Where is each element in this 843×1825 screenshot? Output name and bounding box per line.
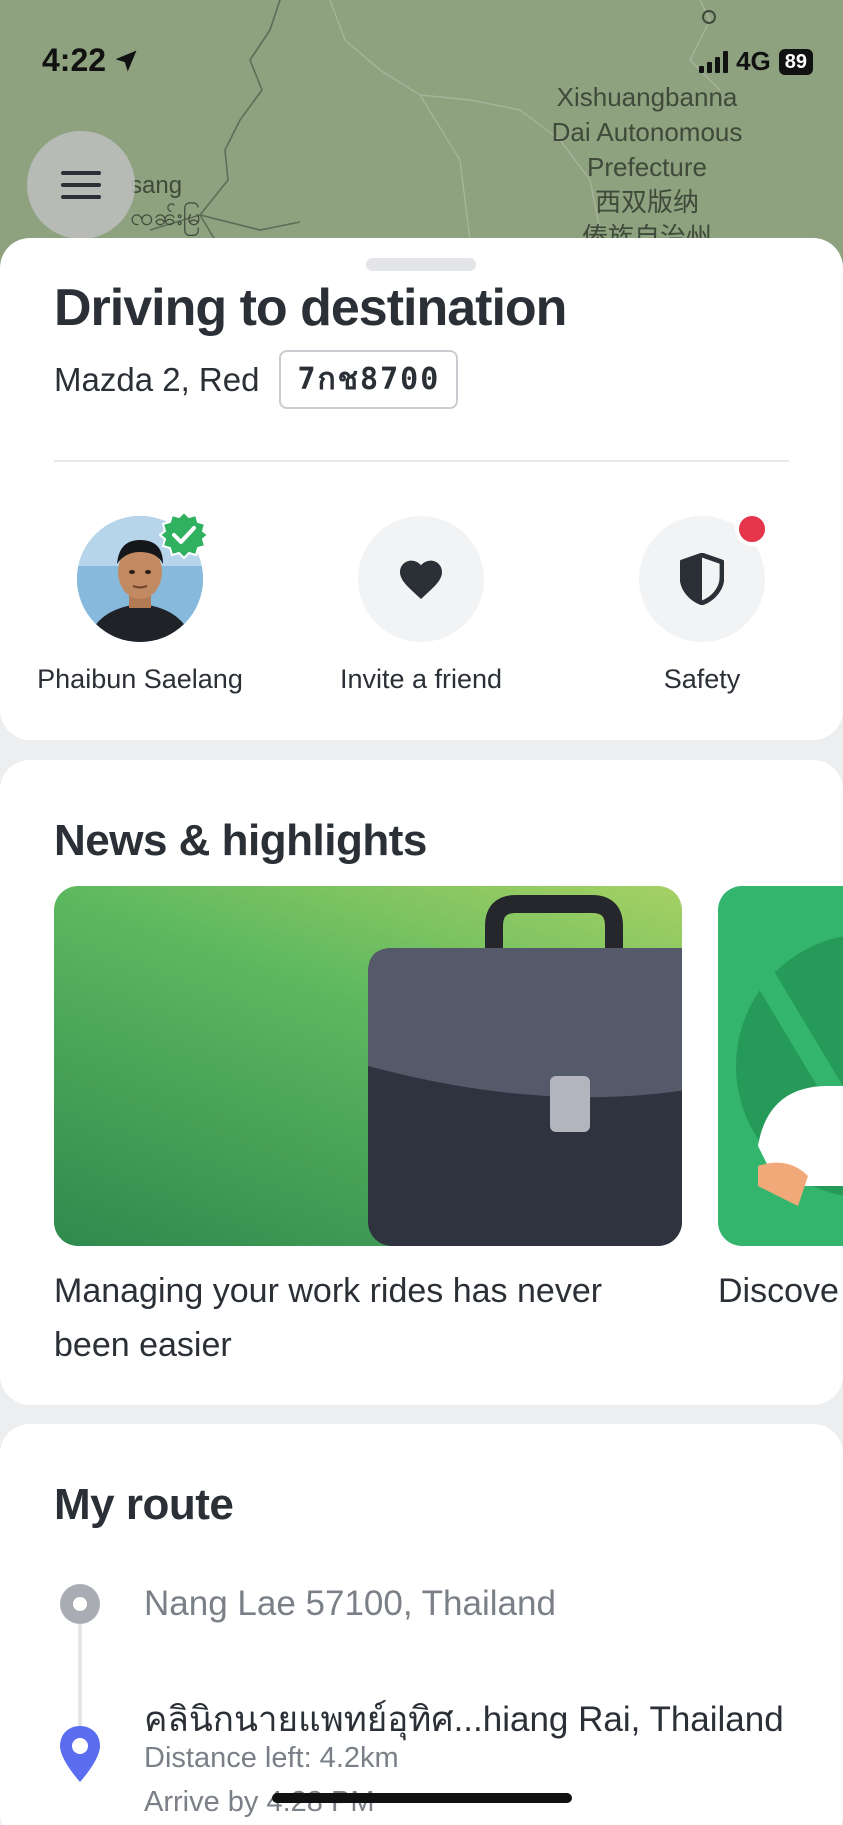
invite-friend-button[interactable]: Invite a friend xyxy=(281,516,561,695)
trip-sheet: Driving to destination Mazda 2, Red 7กช8… xyxy=(0,238,843,740)
vehicle-info: Mazda 2, Red 7กช8700 xyxy=(54,350,459,409)
battery-icon: 89 xyxy=(778,48,813,75)
destination-address[interactable]: คลินิกนายแพทย์อุทิศ...hiang Rai, Thailan… xyxy=(144,1692,784,1747)
map-region-label: Xishuangbanna Dai Autonomous Prefecture … xyxy=(527,80,767,255)
safety-label: Safety xyxy=(663,664,741,694)
map-place-label: sang ၸၼ်းမြ xyxy=(130,170,200,234)
shield-icon xyxy=(680,553,724,605)
divider xyxy=(54,460,789,462)
license-plate: 7กช8700 xyxy=(279,350,459,409)
cellular-signal-icon xyxy=(699,50,729,73)
origin-address[interactable]: Nang Lae 57100, Thailand xyxy=(144,1584,556,1624)
destination-pin-icon xyxy=(60,1726,100,1782)
news-section: News & highlights Managing your work rid… xyxy=(0,760,843,1405)
driver-name: Phaibun Saelang xyxy=(37,664,243,694)
distance-left: Distance left: 4.2km xyxy=(144,1742,399,1774)
person-icon xyxy=(736,936,843,1206)
origin-marker-icon xyxy=(60,1584,100,1624)
news-card[interactable] xyxy=(718,886,843,1246)
route-section-title: My route xyxy=(54,1480,234,1529)
news-card-caption[interactable]: Managing your work rides has never been … xyxy=(54,1264,674,1372)
verified-badge-icon xyxy=(159,510,209,560)
home-indicator[interactable] xyxy=(272,1793,572,1803)
status-indicators: 4G 89 xyxy=(699,46,813,77)
driver-profile-button[interactable]: Phaibun Saelang xyxy=(0,510,280,695)
news-section-title: News & highlights xyxy=(54,816,427,865)
hamburger-icon xyxy=(61,171,101,199)
news-card[interactable] xyxy=(54,886,682,1246)
car-description: Mazda 2, Red xyxy=(54,360,260,398)
safety-icon-circle xyxy=(639,512,769,642)
heart-icon xyxy=(400,560,442,599)
sheet-grabber[interactable] xyxy=(366,258,476,271)
map-label-line: 西双版纳 xyxy=(594,187,699,217)
map-label-line: ၸၼ်းမြ xyxy=(130,204,201,231)
map-label-line: sang xyxy=(130,172,183,199)
route-connector-line xyxy=(78,1612,82,1732)
map-label-line: Dai Autonomous xyxy=(551,117,743,147)
map-label-line: Xishuangbanna xyxy=(556,82,738,112)
news-card-caption[interactable]: Discove xyxy=(718,1264,843,1318)
status-time: 4:22 xyxy=(42,42,140,79)
notification-dot xyxy=(735,512,769,546)
route-section: My route Nang Lae 57100, Thailand คลินิก… xyxy=(0,1424,843,1825)
briefcase-icon xyxy=(368,895,682,1246)
network-type: 4G xyxy=(736,46,771,76)
menu-button[interactable] xyxy=(27,131,135,239)
safety-button[interactable]: Safety xyxy=(562,512,842,695)
invite-label: Invite a friend xyxy=(339,664,503,694)
location-arrow-icon xyxy=(115,50,137,71)
map-label-line: Prefecture xyxy=(587,152,707,182)
invite-icon-circle xyxy=(358,516,484,642)
trip-status-title: Driving to destination xyxy=(54,279,567,337)
